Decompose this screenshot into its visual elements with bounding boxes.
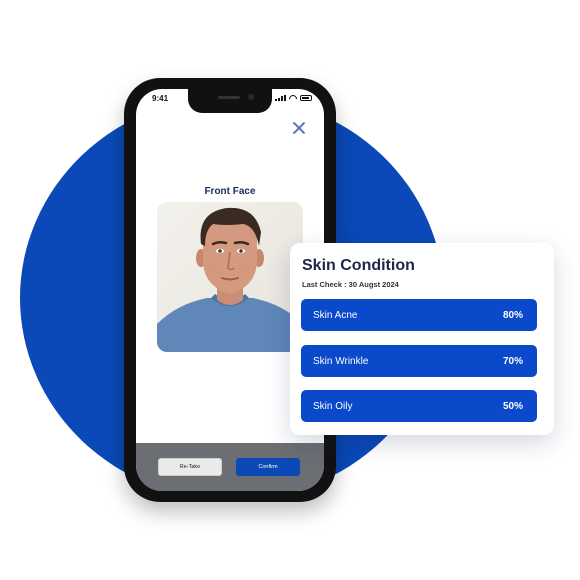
screen-title: Front Face xyxy=(204,186,256,197)
metric-value: 80% xyxy=(502,309,523,321)
face-portrait-illustration xyxy=(157,207,303,352)
signal-icon xyxy=(275,95,286,101)
confirm-button[interactable]: Confirm xyxy=(236,458,300,476)
action-bar: Re-Take Confirm xyxy=(136,443,324,491)
metric-label: Skin Acne xyxy=(313,309,358,321)
wifi-icon xyxy=(289,95,297,101)
metric-skin-acne[interactable]: Skin Acne 80% xyxy=(301,299,537,331)
status-time: 9:41 xyxy=(152,94,169,103)
metric-value: 70% xyxy=(502,355,523,367)
speaker-grille xyxy=(218,96,240,99)
front-camera xyxy=(248,94,254,100)
metric-skin-oily[interactable]: Skin Oily 50% xyxy=(301,390,537,422)
face-photo xyxy=(157,202,303,352)
metric-label: Skin Oily xyxy=(313,400,353,412)
metric-value: 50% xyxy=(502,400,523,412)
metric-skin-wrinkle[interactable]: Skin Wrinkle 70% xyxy=(301,345,537,377)
status-icons xyxy=(275,95,312,101)
close-icon[interactable] xyxy=(290,119,308,137)
last-check-date: Last Check : 30 Augst 2024 xyxy=(302,280,399,289)
battery-icon xyxy=(300,95,312,101)
phone-notch xyxy=(188,89,272,113)
skin-condition-card: Skin Condition Last Check : 30 Augst 202… xyxy=(290,243,554,435)
metric-label: Skin Wrinkle xyxy=(313,355,369,367)
retake-button[interactable]: Re-Take xyxy=(158,458,222,476)
card-title: Skin Condition xyxy=(302,257,415,274)
